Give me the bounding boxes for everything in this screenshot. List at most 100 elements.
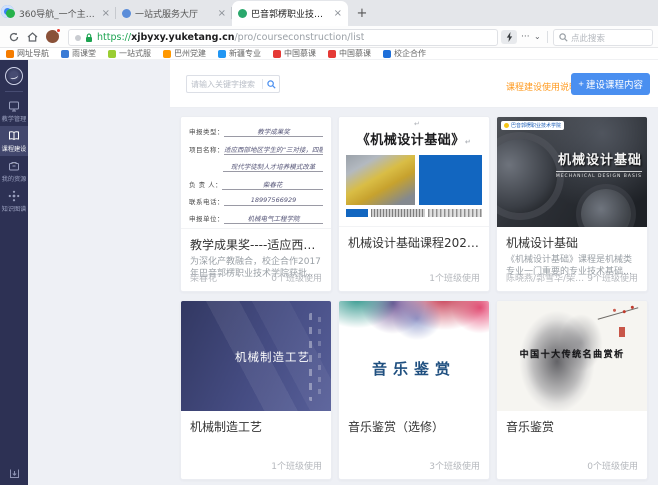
bookmark-item[interactable]: 巴州党建	[163, 48, 206, 59]
course-cover-doc: ↵ 《机械设计基础》↵	[339, 117, 489, 227]
course-search-box[interactable]	[186, 75, 280, 93]
lock-icon	[85, 33, 93, 43]
course-usage: 1个班级使用	[271, 459, 322, 472]
course-card-manufacturing[interactable]: 机械制造工艺 机械制造工艺 1个班级使用	[180, 300, 332, 480]
bookmark-favicon	[6, 50, 14, 58]
course-title: 音乐鉴赏	[506, 418, 638, 435]
tab-close-icon[interactable]: ×	[334, 8, 342, 19]
refresh-icon[interactable]	[6, 29, 22, 45]
sidebar-item-course-construction[interactable]: 课程建设	[0, 126, 28, 156]
browser-window: 360导航_一个主页，整个世界 × 一站式服务大厅 × 巴音郭楞职业技术学院 ×…	[0, 0, 658, 485]
bookmark-item[interactable]: 校企合作	[383, 48, 426, 59]
bookmark-item[interactable]: 雨课堂	[61, 48, 96, 59]
site-info-icon[interactable]	[75, 35, 81, 41]
bookmark-favicon	[383, 50, 391, 58]
tab-service-hall[interactable]: 一站式服务大厅 ×	[116, 1, 232, 26]
extension-bolt-icon[interactable]	[501, 30, 517, 44]
cover-title: 机械制造工艺	[235, 349, 310, 365]
logo-dot-icon	[504, 123, 509, 128]
search-icon	[559, 33, 568, 42]
course-title: 教学成果奖----适应西部地区学生的	[190, 236, 322, 253]
sidebar: 教学管理 课程建设 我的资源 知识图谱	[0, 60, 28, 485]
pilcrow-mark: ↵	[465, 138, 471, 146]
course-cover-navy: 机械制造工艺	[181, 301, 331, 411]
red-seal-mark	[619, 327, 625, 337]
cover-title: 中国十大传统名曲赏析	[497, 347, 647, 360]
bookmark-favicon	[61, 50, 69, 58]
new-tab-button[interactable]: +	[352, 4, 372, 24]
sidebar-item-label: 课程建设	[2, 143, 27, 153]
form-value: 机械电气工程学院	[224, 213, 323, 224]
tab-college-active[interactable]: 巴音郭楞职业技术学院 ×	[232, 1, 348, 26]
bookmark-label: 新疆专业	[229, 48, 261, 59]
form-label: 项目名称：	[189, 144, 224, 155]
form-value: 适应西部地区学生的“三对接，四融合”	[224, 144, 323, 155]
plum-branch-decoration	[598, 307, 639, 320]
course-card-design-basis[interactable]: 巴音郭楞职业技术学院 机械设计基础 MECHANICAL DESIGN BASI…	[496, 116, 648, 292]
browser-toolbar: https://xjbyxy.yuketang.cn/pro/coursecon…	[0, 26, 658, 48]
bookmark-label: 中国慕课	[284, 48, 316, 59]
create-course-button[interactable]: +建设课程内容	[571, 73, 650, 95]
course-card-award[interactable]: 申报类型：教学成果奖 项目名称：适应西部地区学生的“三对接，四融合” 现代学徒制…	[180, 116, 332, 292]
sidebar-item-resources[interactable]: 我的资源	[0, 156, 28, 186]
course-cover-gears: 巴音郭楞职业技术学院 机械设计基础 MECHANICAL DESIGN BASI…	[497, 117, 647, 227]
form-value: 柴春花	[222, 179, 323, 190]
thumbnail-strip	[428, 209, 482, 217]
create-course-label: 建设课程内容	[586, 77, 643, 91]
quick-search-input[interactable]	[571, 33, 641, 43]
sidebar-item-teaching[interactable]: 教学管理	[0, 96, 28, 126]
quick-search-box[interactable]	[553, 29, 653, 46]
course-title: 音乐鉴赏（选修）	[348, 418, 480, 435]
bookmark-item[interactable]: 中国慕课	[273, 48, 316, 59]
blue-slide-block	[419, 155, 482, 205]
sidebar-collapse-button[interactable]	[0, 468, 28, 479]
bookmark-item[interactable]: 新疆专业	[218, 48, 261, 59]
book-icon	[8, 130, 20, 142]
help-link[interactable]: 课程建设使用说明	[506, 80, 578, 93]
form-value: 现代学徒制人才培养模式改革	[223, 161, 323, 172]
course-card-music-elective[interactable]: 音乐鉴赏 音乐鉴赏（选修） 3个班级使用	[338, 300, 490, 480]
course-usage: 9个班级使用	[587, 271, 638, 284]
bookmark-label: 中国慕课	[339, 48, 371, 59]
more-icon[interactable]: ···	[521, 29, 530, 45]
blue-small-block	[346, 209, 368, 217]
collapse-icon	[9, 468, 20, 479]
home-icon[interactable]	[24, 29, 40, 45]
tab-close-icon[interactable]: ×	[102, 8, 110, 19]
cover-subtitle: MECHANICAL DESIGN BASIS	[556, 171, 642, 179]
bookmarks-bar: 网址导航 雨课堂 一站式服 巴州党建 新疆专业 中国慕课 中国慕课 校企合作	[0, 48, 658, 60]
cover-title: 机械设计基础	[556, 149, 642, 168]
tab-favicon	[122, 9, 131, 18]
course-card-music[interactable]: 中国十大传统名曲赏析 音乐鉴赏 0个班级使用	[496, 300, 648, 480]
tab-360-nav[interactable]: 360导航_一个主页，整个世界 ×	[0, 1, 116, 26]
search-icon[interactable]	[263, 80, 279, 89]
bookmark-favicon	[163, 50, 171, 58]
thumbnail-strip	[371, 209, 425, 217]
bookmark-favicon	[108, 50, 116, 58]
course-card-design-doc[interactable]: ↵ 《机械设计基础》↵ 机械设计基础课程2023教学能力大赛 1个班级使用	[338, 116, 490, 292]
bookmark-item[interactable]: 中国慕课	[328, 48, 371, 59]
teaching-icon	[8, 100, 20, 112]
cover-title-block: 机械设计基础 MECHANICAL DESIGN BASIS	[556, 149, 642, 179]
tab-close-icon[interactable]: ×	[218, 8, 226, 19]
sidebar-item-knowledge-graph[interactable]: 知识图谱	[0, 186, 28, 216]
bookmark-item[interactable]: 一站式服	[108, 48, 151, 59]
bookmark-label: 网址导航	[17, 48, 49, 59]
user-avatar[interactable]	[46, 30, 59, 43]
address-bar[interactable]: https://xjbyxy.yuketang.cn/pro/coursecon…	[68, 29, 498, 46]
course-search-input[interactable]	[187, 80, 262, 89]
form-label: 申报单位：	[189, 213, 224, 224]
cover-title: 《机械设计基础》↵	[339, 129, 489, 148]
form-label: 申报类型：	[189, 126, 224, 137]
school-logo[interactable]	[5, 67, 23, 85]
form-label: 联系电话：	[189, 196, 224, 206]
bookmark-label: 雨课堂	[72, 48, 96, 59]
bookmark-favicon	[273, 50, 281, 58]
search-panel: 课程建设使用说明 +建设课程内容	[170, 60, 658, 108]
course-cover-form: 申报类型：教学成果奖 项目名称：适应西部地区学生的“三对接，四融合” 现代学徒制…	[181, 117, 331, 229]
course-cover-ink: 中国十大传统名曲赏析	[497, 301, 647, 411]
form-label: 负 责 人：	[189, 179, 222, 190]
bookmark-item[interactable]: 网址导航	[6, 48, 49, 59]
plus-icon: +	[578, 79, 584, 90]
chevron-down-icon[interactable]: ⌄	[534, 29, 541, 45]
